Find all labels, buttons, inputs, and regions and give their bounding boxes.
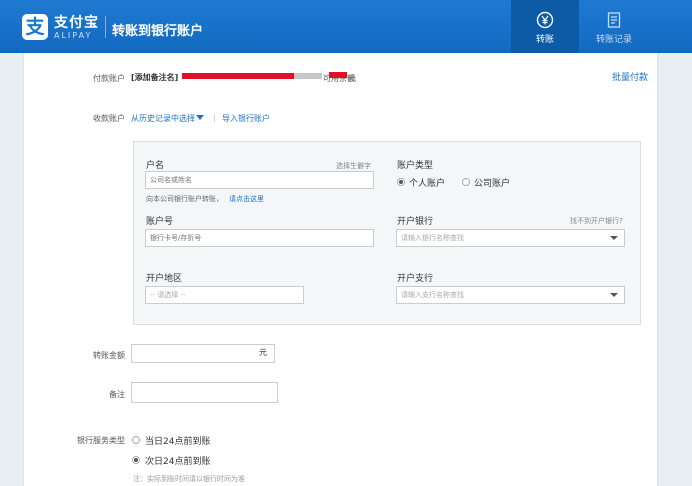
region-label: 开户地区	[146, 274, 183, 284]
bank-not-found-link[interactable]: 找不到开户银行?	[570, 216, 623, 226]
account-name-input[interactable]	[145, 171, 374, 189]
tab-transfer-records[interactable]: 转账记录	[580, 0, 648, 53]
logo-text: 支付宝	[54, 15, 99, 31]
logo-subtext: ALIPAY	[54, 31, 93, 40]
top-header: 支 支付宝 ALIPAY 转账到银行账户 转账 转账记录	[0, 0, 692, 53]
header-divider	[105, 16, 106, 38]
bank-label: 开户银行	[397, 217, 434, 227]
account-number-input[interactable]	[145, 229, 374, 247]
redacted-account	[182, 73, 294, 79]
same-day-label: 当日24点前到账	[145, 437, 211, 447]
bank-select[interactable]: 请输入银行名称查找	[396, 229, 625, 247]
account-name-label: 户名	[146, 161, 165, 171]
company-account-radio[interactable]	[462, 178, 470, 186]
batch-pay-link[interactable]: 批量付款	[612, 70, 648, 83]
tab-transfer[interactable]: 转账	[511, 0, 579, 53]
import-bank-link[interactable]: 导入银行账户	[222, 113, 270, 124]
account-type-label: 账户类型	[397, 161, 434, 171]
masked-account-tail	[294, 73, 322, 79]
tab-transfer-label: 转账	[535, 35, 554, 45]
region-select[interactable]: -- 请选择 --	[145, 286, 304, 304]
balance-suffix: 元	[348, 74, 356, 83]
amount-label: 转账金额	[93, 351, 125, 360]
chevron-down-icon	[610, 293, 618, 297]
account-number-label: 账户号	[146, 217, 174, 227]
service-type-label: 银行服务类型	[77, 436, 125, 445]
chevron-down-icon	[610, 236, 618, 240]
personal-account-radio[interactable]	[397, 178, 405, 186]
next-day-radio[interactable]	[132, 456, 140, 464]
payee-label: 收款账户	[93, 114, 125, 123]
remark-input[interactable]	[131, 382, 278, 403]
payer-label: 付款账户	[93, 74, 125, 83]
amount-unit: 元	[259, 348, 267, 357]
remark-label: 备注	[109, 390, 125, 399]
company-transfer-note: 向本公司银行账户转账，	[146, 195, 223, 203]
redacted-balance	[329, 72, 347, 78]
same-day-radio[interactable]	[132, 436, 140, 444]
history-dropdown-icon[interactable]	[196, 115, 204, 120]
add-note-link[interactable]: [添加备注名]	[131, 72, 178, 83]
branch-select-placeholder: 请输入支行名称查找	[401, 291, 464, 299]
document-list-icon	[607, 12, 621, 28]
page-title: 转账到银行账户	[112, 24, 204, 39]
history-select-link[interactable]: 从历史记录中选择	[131, 113, 195, 124]
amount-input[interactable]: 元	[131, 344, 275, 363]
branch-select[interactable]: 请输入支行名称查找	[396, 286, 625, 304]
personal-account-label: 个人账户	[409, 179, 446, 189]
yuan-circle-icon	[536, 11, 554, 29]
arrival-time-note: 注：实际到账时间请以银行时间为准	[133, 475, 245, 483]
region-select-placeholder: -- 请选择 --	[150, 291, 186, 299]
branch-label: 开户支行	[397, 274, 434, 284]
company-transfer-link[interactable]: 请点击这里	[229, 194, 264, 204]
alipay-logo-icon[interactable]: 支	[22, 14, 48, 40]
rare-char-link[interactable]: 选择生僻字	[336, 161, 371, 171]
link-separator: |	[213, 113, 216, 122]
company-account-label: 公司账户	[474, 179, 511, 189]
tab-records-label: 转账记录	[595, 35, 632, 45]
bank-select-placeholder: 请输入银行名称查找	[401, 234, 464, 242]
next-day-label: 次日24点前到账	[145, 457, 211, 467]
